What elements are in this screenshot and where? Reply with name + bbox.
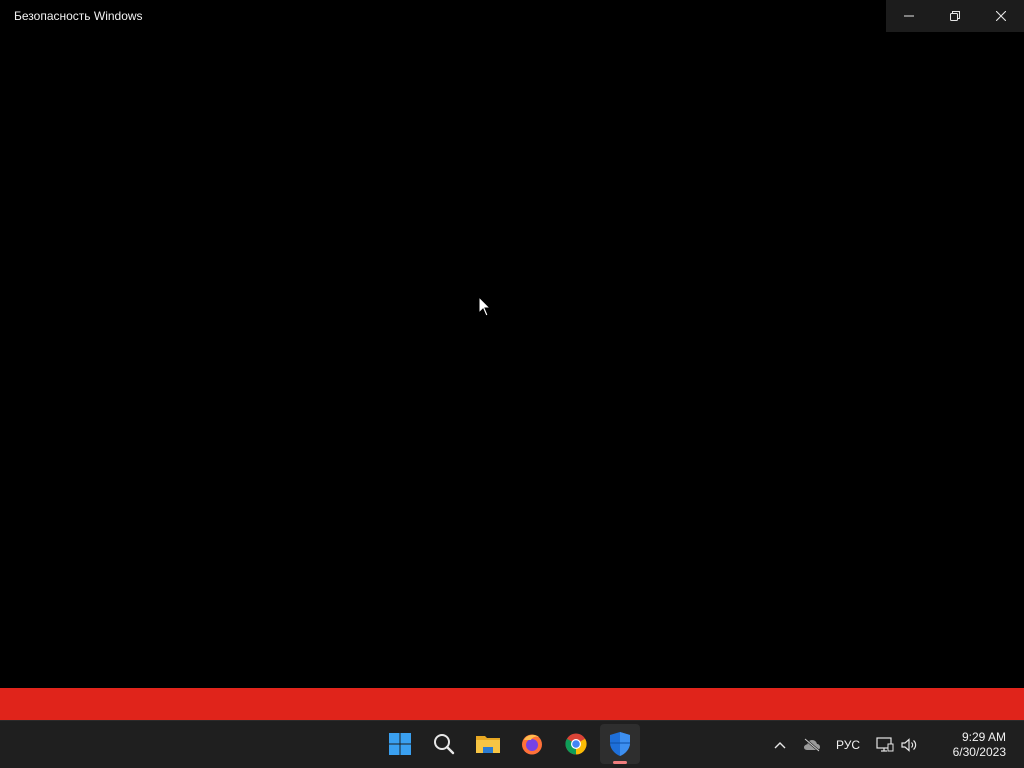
mouse-cursor-icon <box>478 296 492 317</box>
network-icon <box>876 736 894 752</box>
clock-time: 9:29 AM <box>961 729 1006 744</box>
windows-security-window: Безопасность Windows <box>0 0 1024 688</box>
chrome-icon <box>565 733 587 755</box>
restore-icon <box>950 11 960 21</box>
windows-logo-icon <box>389 733 411 755</box>
onedrive-button[interactable] <box>796 725 828 765</box>
firefox-icon <box>522 734 542 755</box>
volume-icon <box>901 737 917 752</box>
file-explorer-button[interactable] <box>468 724 508 764</box>
taskbar-apps <box>380 724 640 766</box>
chevron-up-icon <box>774 741 786 748</box>
chrome-button[interactable] <box>556 724 596 764</box>
search-icon <box>434 734 455 755</box>
start-button[interactable] <box>380 724 420 764</box>
windows-security-button[interactable] <box>600 724 640 764</box>
clock-date: 6/30/2023 <box>952 744 1006 759</box>
quick-settings-button[interactable] <box>868 725 926 765</box>
red-banner <box>0 688 1024 720</box>
firefox-button[interactable] <box>512 724 552 764</box>
language-indicator[interactable]: РУС <box>828 725 868 765</box>
restore-button[interactable] <box>932 0 978 32</box>
window-title: Безопасность Windows <box>14 9 143 23</box>
system-tray: РУС 9:29 AM 6/30/2023 <box>764 721 1024 768</box>
search-button[interactable] <box>424 724 464 764</box>
close-button[interactable] <box>978 0 1024 32</box>
folder-icon <box>476 736 500 753</box>
taskbar: РУС 9:29 AM 6/30/2023 <box>0 720 1024 768</box>
cloud-offline-icon <box>803 737 820 752</box>
clock[interactable]: 9:29 AM 6/30/2023 <box>926 725 1024 765</box>
title-bar[interactable]: Безопасность Windows <box>0 0 1024 32</box>
shield-icon <box>610 732 630 756</box>
minimize-icon <box>904 15 914 17</box>
caption-buttons <box>886 0 1024 32</box>
minimize-button[interactable] <box>886 0 932 32</box>
close-icon <box>996 11 1006 21</box>
window-content <box>0 32 1024 688</box>
show-hidden-icons-button[interactable] <box>764 725 796 765</box>
